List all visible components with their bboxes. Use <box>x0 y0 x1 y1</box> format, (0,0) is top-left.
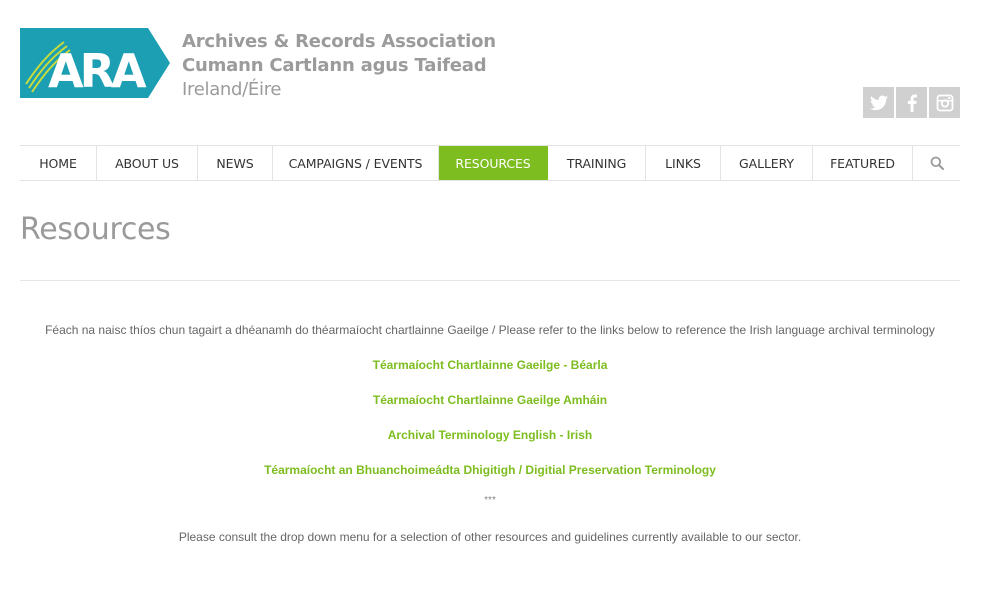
nav-item-news[interactable]: NEWS <box>198 146 273 180</box>
title-divider <box>20 280 960 281</box>
resources-content: Féach na naisc thíos chun tagairt a dhéa… <box>20 318 960 549</box>
ara-logo[interactable]: ARA <box>20 28 170 98</box>
main-nav: HOME ABOUT US NEWS CAMPAIGNS / EVENTS RE… <box>20 145 960 181</box>
nav-item-about-us[interactable]: ABOUT US <box>97 146 198 180</box>
page-title: Resources <box>20 212 171 247</box>
ara-logo-badge: ARA <box>20 28 170 98</box>
link-english-irish-terminology[interactable]: Archival Terminology English - Irish <box>20 423 960 447</box>
brand-line-irish: Cumann Cartlann agus Taifead <box>182 55 487 76</box>
link-digital-preservation-terminology[interactable]: Téarmaíocht an Bhuanchoimeádta Dhigitigh… <box>20 458 960 482</box>
nav-item-training[interactable]: TRAINING <box>548 146 646 180</box>
link-irish-english-terminology[interactable]: Téarmaíocht Chartlainne Gaeilge - Béarla <box>20 353 960 377</box>
twitter-icon <box>869 95 888 110</box>
nav-item-gallery[interactable]: GALLERY <box>721 146 813 180</box>
brand-name: Archives & Records Association Cumann Ca… <box>182 30 496 102</box>
nav-item-resources[interactable]: RESOURCES <box>439 146 548 180</box>
instagram-icon <box>936 94 953 111</box>
facebook-button[interactable] <box>896 87 927 118</box>
nav-item-home[interactable]: HOME <box>20 146 97 180</box>
nav-item-links[interactable]: LINKS <box>646 146 721 180</box>
intro-text: Féach na naisc thíos chun tagairt a dhéa… <box>45 323 935 337</box>
search-icon <box>930 156 944 170</box>
link-irish-only-terminology[interactable]: Téarmaíocht Chartlainne Gaeilge Amháin <box>20 388 960 412</box>
nav-search-button[interactable] <box>913 146 960 180</box>
logo-text: ARA <box>48 44 147 98</box>
twitter-button[interactable] <box>863 87 894 118</box>
nav-item-featured[interactable]: FEATURED <box>813 146 913 180</box>
facebook-icon <box>907 94 917 112</box>
brand-line-region: Ireland/Éire <box>182 79 282 100</box>
brand-line-english: Archives & Records Association <box>182 31 496 52</box>
instagram-button[interactable] <box>929 87 960 118</box>
separator: *** <box>484 495 496 506</box>
outro-text: Please consult the drop down menu for a … <box>178 530 802 544</box>
social-links <box>863 87 960 118</box>
nav-item-campaigns-events[interactable]: CAMPAIGNS / EVENTS <box>273 146 439 180</box>
